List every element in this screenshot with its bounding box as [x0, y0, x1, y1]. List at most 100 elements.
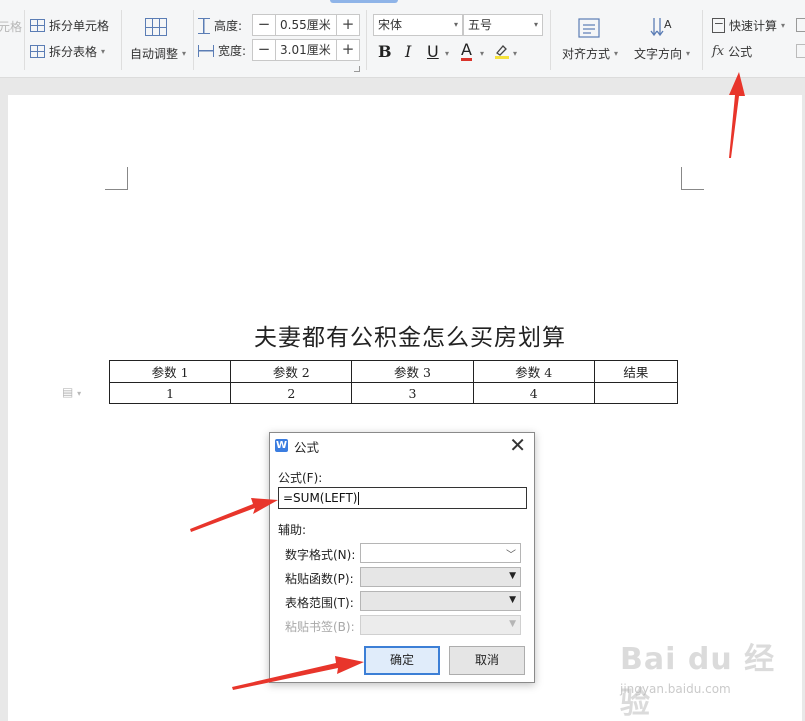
- italic-button[interactable]: I: [405, 42, 411, 61]
- formula-label: 公式(F):: [278, 471, 323, 485]
- split-cells-button[interactable]: 拆分单元格: [30, 17, 109, 34]
- page-margin-mark-right: [681, 167, 704, 190]
- split-table-button[interactable]: 拆分表格 ▾: [30, 43, 105, 60]
- height-label: 高度:: [214, 19, 243, 33]
- paste-bookmark-label: 粘贴书签(B):: [285, 620, 355, 634]
- align-button[interactable]: 对齐方式 ▾: [562, 45, 618, 62]
- ribbon-separator: [550, 10, 551, 70]
- table-header-cell[interactable]: 参数 1: [108, 360, 232, 383]
- table-header-cell[interactable]: 结果: [593, 360, 679, 383]
- ok-button[interactable]: 确定: [364, 646, 440, 675]
- watermark-url: jingyan.baidu.com: [620, 682, 731, 696]
- cell-size-launcher-icon[interactable]: [354, 66, 360, 72]
- chevron-down-icon: ﹀: [506, 550, 516, 561]
- auto-adjust-label: 自动调整: [130, 47, 179, 61]
- number-format-label: 数字格式(N):: [285, 548, 356, 562]
- auto-adjust-icon: [145, 18, 167, 36]
- paste-function-label: 粘贴函数(P):: [285, 572, 354, 586]
- table-row: 参数 1 参数 2 参数 3 参数 4 结果: [108, 360, 679, 383]
- split-cells-label: 拆分单元格: [49, 19, 110, 33]
- fx-icon: fx: [712, 44, 725, 59]
- ribbon-separator: [702, 10, 703, 70]
- chevron-down-icon[interactable]: ▾: [513, 49, 517, 58]
- auto-adjust-icon-wrap[interactable]: [145, 18, 167, 36]
- chevron-down-icon: ▾: [101, 47, 106, 56]
- table-cell-result[interactable]: [593, 382, 679, 404]
- width-input[interactable]: 3.01厘米: [275, 40, 337, 60]
- font-color-button[interactable]: A: [461, 41, 472, 61]
- width-stepper[interactable]: − 3.01厘米 +: [252, 39, 360, 61]
- overflow-icon[interactable]: [796, 44, 805, 58]
- baidu-jingyan-watermark: Bai du 经验 jingyan.baidu.com: [620, 630, 790, 721]
- chevron-down-icon: ▾: [686, 49, 691, 58]
- table-cell[interactable]: 4: [472, 382, 595, 404]
- table-cell[interactable]: 1: [108, 382, 232, 404]
- table-cell[interactable]: 3: [351, 382, 474, 404]
- quick-calc-button[interactable]: 快速计算 ▾: [712, 17, 785, 34]
- font-name-select[interactable]: 宋体 ▾: [373, 14, 463, 36]
- chevron-down-icon: ▾: [182, 49, 187, 58]
- align-label: 对齐方式: [562, 47, 611, 61]
- dialog-titlebar[interactable]: W 公式 ✕: [270, 433, 534, 459]
- height-input[interactable]: 0.55厘米: [275, 15, 337, 35]
- chevron-down-icon: ▾: [533, 20, 538, 29]
- quick-calc-label: 快速计算: [729, 19, 778, 33]
- table-cell[interactable]: 2: [230, 382, 353, 404]
- table-options-icon[interactable]: ▤ ▾: [62, 385, 81, 399]
- underline-button[interactable]: U: [427, 42, 439, 61]
- calculator-icon: [712, 18, 725, 33]
- parameter-table: 参数 1 参数 2 参数 3 参数 4 结果 1 2 3 4: [108, 360, 679, 404]
- align-icon[interactable]: [578, 18, 600, 41]
- ribbon-separator: [121, 10, 122, 70]
- cancel-button[interactable]: 取消: [449, 646, 525, 675]
- paste-bookmark-select: ▼: [360, 615, 521, 635]
- width-increase-button[interactable]: +: [337, 40, 359, 60]
- table-header-cell[interactable]: 参数 4: [472, 360, 595, 383]
- highlight-button[interactable]: [494, 43, 510, 59]
- highlighter-icon: [495, 45, 509, 59]
- text-direction-icon[interactable]: A: [650, 16, 674, 43]
- formula-dialog: W 公式 ✕ 公式(F): =SUM(LEFT) 辅助: 数字格式(N): ﹀ …: [269, 432, 535, 683]
- number-format-select[interactable]: ﹀: [360, 543, 521, 563]
- baidu-logo: Bai du 经验: [620, 642, 776, 721]
- formula-input-value: =SUM(LEFT): [283, 491, 358, 505]
- table-header-cell[interactable]: 参数 3: [351, 360, 474, 383]
- split-cells-icon: [30, 19, 45, 32]
- height-stepper[interactable]: − 0.55厘米 +: [252, 14, 360, 36]
- height-increase-button[interactable]: +: [337, 15, 359, 35]
- width-field: 宽度:: [198, 42, 246, 59]
- table-header-cell[interactable]: 参数 2: [230, 360, 353, 383]
- width-decrease-button[interactable]: −: [253, 40, 275, 60]
- text-direction-button[interactable]: 文字方向 ▾: [634, 45, 690, 62]
- table-row: 1 2 3 4: [108, 382, 679, 404]
- formula-button[interactable]: fx 公式: [712, 43, 752, 60]
- caret-down-icon: ▼: [509, 619, 516, 629]
- formula-input[interactable]: =SUM(LEFT): [278, 487, 527, 509]
- page-margin-mark-left: [105, 167, 128, 190]
- close-icon[interactable]: ✕: [509, 433, 526, 457]
- wps-writer-logo-icon: W: [275, 439, 288, 452]
- table-range-select[interactable]: ▼: [360, 591, 521, 611]
- column-width-icon: [198, 44, 214, 57]
- ribbon-separator: [366, 10, 367, 70]
- chevron-down-icon: ▾: [453, 20, 458, 29]
- font-size-select[interactable]: 五号 ▾: [463, 14, 543, 36]
- auto-adjust-button[interactable]: 自动调整 ▾: [130, 45, 186, 62]
- height-decrease-button[interactable]: −: [253, 15, 275, 35]
- font-name-value: 宋体: [378, 18, 403, 32]
- overflow-icon[interactable]: [796, 18, 805, 32]
- height-field: 高度:: [198, 17, 242, 34]
- split-table-label: 拆分表格: [49, 45, 98, 59]
- assist-label: 辅助:: [278, 523, 307, 537]
- text-cursor: [358, 492, 360, 505]
- merge-cells-button[interactable]: 元格: [0, 18, 22, 35]
- document-title: 夫妻都有公积金怎么买房划算: [254, 325, 566, 351]
- chevron-down-icon[interactable]: ▾: [480, 49, 484, 58]
- formula-label: 公式: [728, 45, 753, 59]
- caret-down-icon: ▼: [509, 571, 516, 581]
- chevron-down-icon: ▾: [781, 21, 786, 30]
- merge-cells-label: 元格: [0, 20, 23, 34]
- chevron-down-icon[interactable]: ▾: [445, 49, 449, 58]
- bold-button[interactable]: B: [378, 42, 392, 61]
- paste-function-select[interactable]: ▼: [360, 567, 521, 587]
